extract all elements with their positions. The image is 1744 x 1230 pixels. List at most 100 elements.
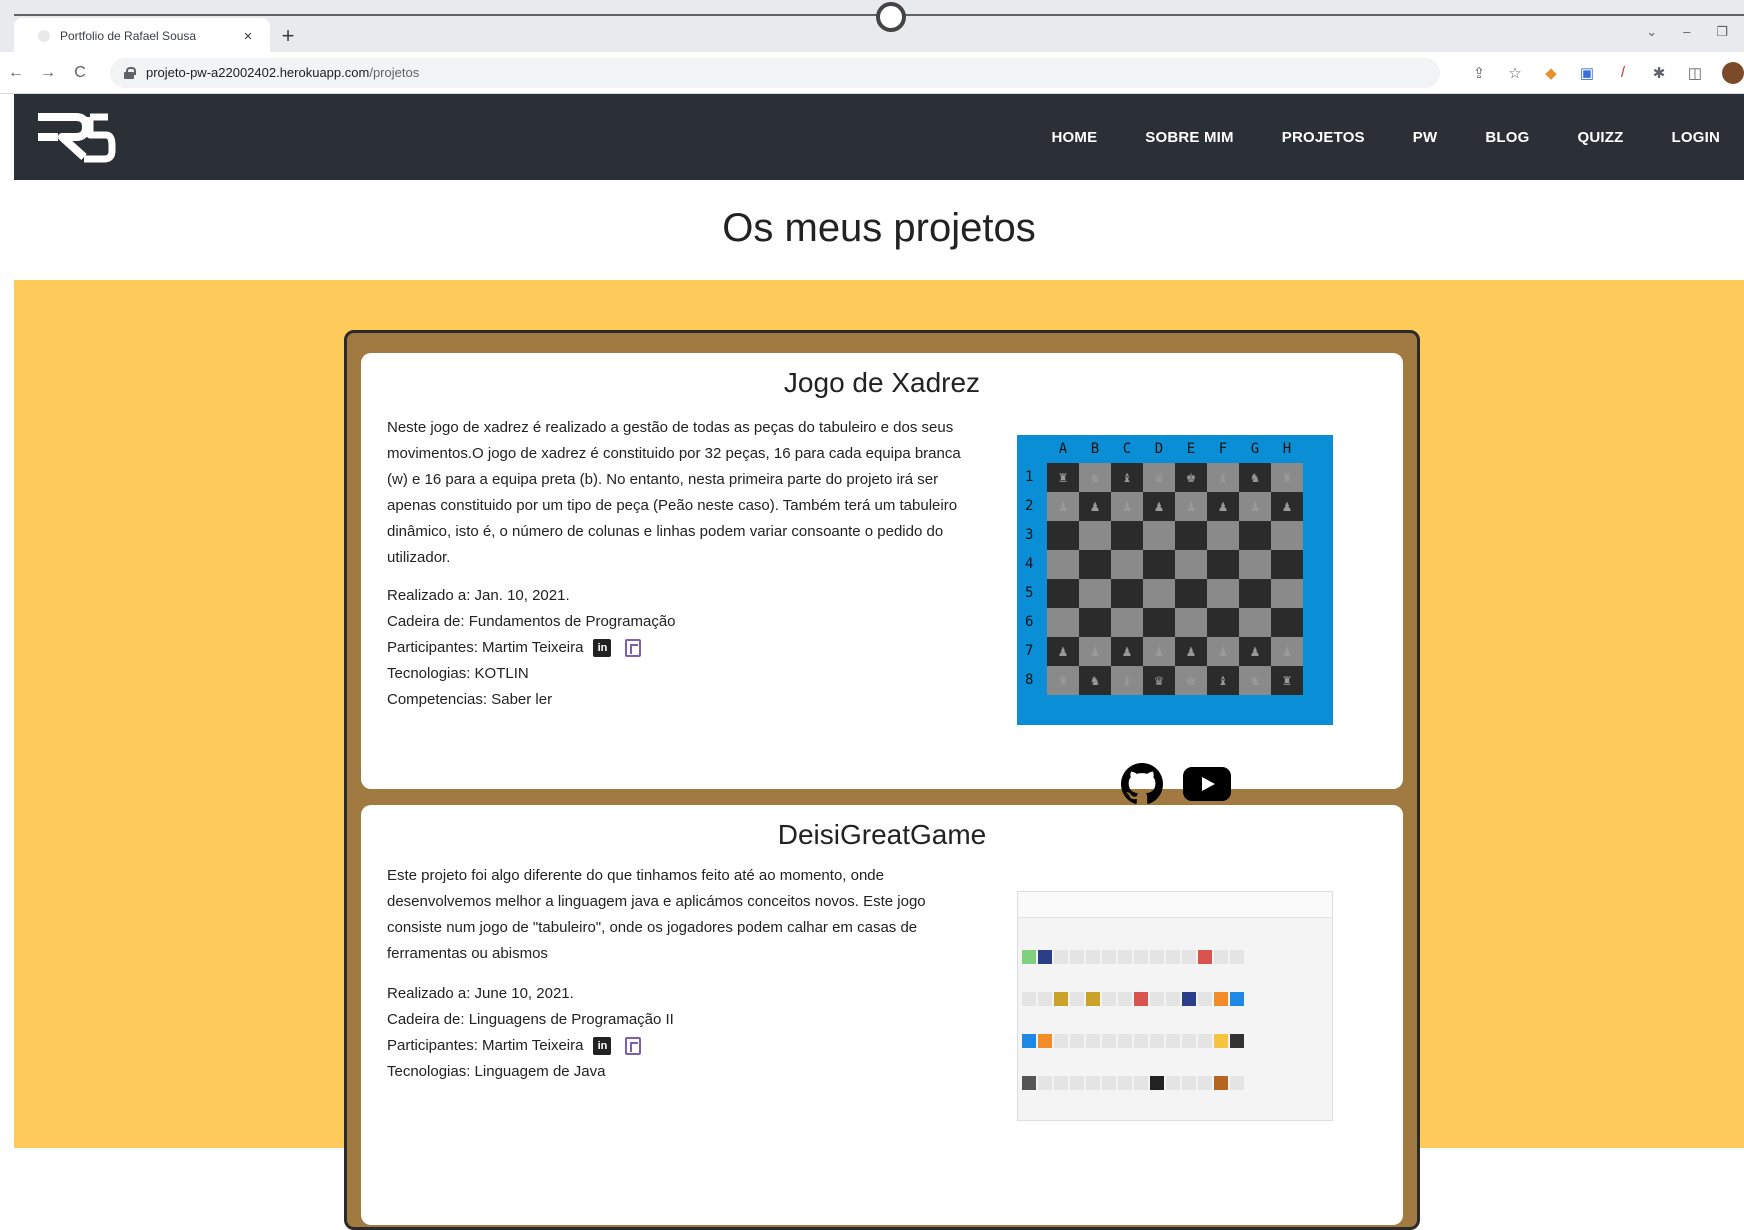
board-square (1207, 579, 1239, 608)
board-square (1271, 521, 1303, 550)
project-description: Neste jogo de xadrez é realizado a gestã… (387, 415, 967, 571)
board-square: ♟ (1271, 492, 1303, 521)
project-subject: Cadeira de: Fundamentos de Programação (387, 609, 967, 635)
project-title: Jogo de Xadrez (361, 367, 1403, 399)
minimize-icon[interactable]: – (1683, 24, 1690, 40)
browser-tab[interactable]: Portfolio de Rafael Sousa × (14, 18, 270, 54)
board-square: ♞ (1079, 666, 1111, 695)
board-square (1271, 579, 1303, 608)
nav-projetos[interactable]: PROJETOS (1258, 129, 1389, 146)
project-participants: Participantes: Martim Teixeira (387, 1033, 583, 1059)
board-square: ♝ (1111, 666, 1143, 695)
lock-icon[interactable] (124, 67, 134, 79)
board-row-label: 1 (1025, 463, 1033, 492)
reload-icon[interactable]: C (68, 64, 92, 82)
youtube-icon[interactable] (1183, 767, 1231, 801)
board-square: ♛ (1143, 463, 1175, 492)
extension-shield-icon[interactable]: ◆ (1542, 64, 1560, 82)
project-participants: Participantes: Martim Teixeira (387, 635, 583, 661)
board-square (1143, 608, 1175, 637)
nav-quizz[interactable]: QUIZZ (1554, 129, 1648, 146)
new-tab-button[interactable]: + (276, 24, 300, 48)
board-square: ♟ (1175, 492, 1207, 521)
nav-blog[interactable]: BLOG (1461, 129, 1553, 146)
board-square: ♝ (1207, 463, 1239, 492)
board-square: ♚ (1175, 666, 1207, 695)
bookmark-star-icon[interactable]: ☆ (1506, 64, 1524, 82)
board-square: ♟ (1175, 637, 1207, 666)
game-board-row (1018, 1068, 1334, 1098)
close-tab-icon[interactable]: × (238, 28, 258, 45)
external-profile-icon[interactable] (625, 639, 641, 657)
address-bar: ← → C projeto-pw-a22002402.herokuapp.com… (0, 52, 1744, 94)
board-column-label: G (1239, 441, 1271, 457)
project-title: DeisiGreatGame (361, 819, 1403, 851)
board-row-label: 8 (1025, 666, 1033, 695)
board-square (1175, 550, 1207, 579)
external-profile-icon[interactable] (625, 1037, 641, 1055)
board-row-labels: 12345678 (1025, 463, 1033, 695)
extension-screen-icon[interactable]: ▣ (1578, 64, 1596, 82)
site-navbar: HOME SOBRE MIM PROJETOS PW BLOG QUIZZ LO… (14, 94, 1744, 180)
project-skills: Competencias: Saber ler (387, 687, 967, 713)
profile-avatar[interactable] (1722, 62, 1744, 84)
board-square (1111, 521, 1143, 550)
board-square: ♚ (1175, 463, 1207, 492)
back-icon[interactable]: ← (4, 64, 28, 82)
board-square: ♜ (1047, 463, 1079, 492)
project-meta: Realizado a: June 10, 2021. Cadeira de: … (387, 981, 967, 1085)
board-square: ♟ (1111, 637, 1143, 666)
nav-sobre-mim[interactable]: SOBRE MIM (1121, 129, 1257, 146)
board-square: ♟ (1111, 492, 1143, 521)
board-row-label: 7 (1025, 637, 1033, 666)
extensions-bar: ⇪ ☆ ◆ ▣ / ✱ ◫ (1470, 62, 1744, 84)
project-description: Este projeto foi algo diferente do que t… (387, 863, 967, 967)
nav-home[interactable]: HOME (1027, 129, 1121, 146)
project-technologies: Tecnologias: KOTLIN (387, 661, 967, 687)
linkedin-icon[interactable]: in (593, 639, 611, 657)
board-square: ♟ (1207, 492, 1239, 521)
game-board-row (1018, 984, 1334, 1014)
projects-frame: Jogo de Xadrez Neste jogo de xadrez é re… (344, 330, 1420, 1230)
board-square (1047, 521, 1079, 550)
url-input[interactable]: projeto-pw-a22002402.herokuapp.com/proje… (110, 58, 1440, 88)
board-square (1207, 521, 1239, 550)
board-square: ♝ (1207, 666, 1239, 695)
extensions-puzzle-icon[interactable]: ✱ (1650, 64, 1668, 82)
board-square (1047, 608, 1079, 637)
github-icon[interactable] (1121, 763, 1163, 805)
board-square (1111, 550, 1143, 579)
page-title: Os meus projetos (14, 180, 1744, 276)
board-column-label: B (1079, 441, 1111, 457)
linkedin-icon[interactable]: in (593, 1037, 611, 1055)
window-controls: ⌄ – ❐ (1646, 24, 1728, 40)
project-date: Realizado a: Jan. 10, 2021. (387, 583, 967, 609)
project-card: DeisiGreatGame Este projeto foi algo dif… (361, 805, 1403, 1225)
nav-login[interactable]: LOGIN (1648, 129, 1744, 146)
rs-logo[interactable] (28, 107, 116, 167)
board-square: ♟ (1079, 492, 1111, 521)
restore-icon[interactable]: ❐ (1716, 24, 1728, 40)
game-board-row (1018, 942, 1334, 972)
board-square: ♟ (1239, 492, 1271, 521)
share-icon[interactable]: ⇪ (1470, 64, 1488, 82)
extension-pen-icon[interactable]: / (1614, 64, 1632, 82)
board-square: ♟ (1271, 637, 1303, 666)
side-panel-icon[interactable]: ◫ (1686, 64, 1704, 82)
board-square (1143, 550, 1175, 579)
page-header: Os meus projetos (14, 180, 1744, 280)
board-row-label: 4 (1025, 550, 1033, 579)
forward-icon[interactable]: → (36, 64, 60, 82)
board-row-label: 2 (1025, 492, 1033, 521)
board-square (1239, 550, 1271, 579)
board-square (1079, 550, 1111, 579)
nav-pw[interactable]: PW (1389, 129, 1462, 146)
board-square: ♟ (1143, 492, 1175, 521)
board-square (1239, 579, 1271, 608)
board-square (1239, 521, 1271, 550)
board-square (1175, 521, 1207, 550)
board-square (1207, 550, 1239, 579)
board-square (1079, 579, 1111, 608)
tab-search-icon[interactable]: ⌄ (1646, 24, 1657, 40)
project-meta: Realizado a: Jan. 10, 2021. Cadeira de: … (387, 583, 967, 713)
